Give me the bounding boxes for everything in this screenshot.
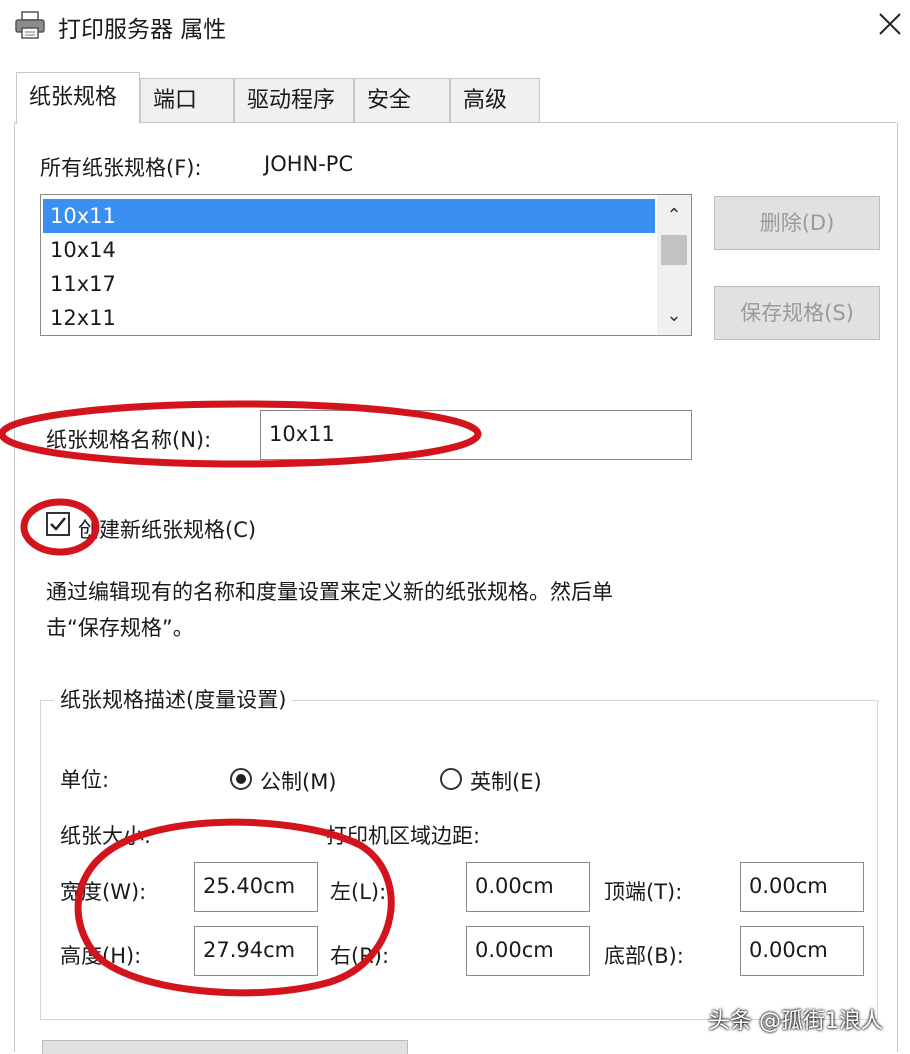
height-input[interactable]: 27.94cm	[194, 926, 318, 976]
english-label[interactable]: 英制(E)	[470, 766, 542, 796]
close-icon[interactable]	[872, 6, 908, 42]
server-name: JOHN-PC	[264, 152, 354, 176]
list-item[interactable]: 12x11	[43, 301, 655, 335]
save-form-button[interactable]: 保存规格(S)	[714, 286, 880, 340]
tab-drivers[interactable]: 驱动程序	[234, 78, 354, 122]
width-label: 宽度(W):	[60, 880, 147, 904]
checkmark-icon	[50, 517, 66, 531]
watermark: 头条 @孤街1浪人	[708, 1009, 883, 1034]
english-radio[interactable]	[440, 768, 462, 790]
bottom-margin-input[interactable]: 0.00cm	[740, 926, 864, 976]
create-new-checkbox[interactable]	[46, 512, 70, 536]
description-line-2: 击“保存规格”。	[46, 616, 194, 640]
list-item[interactable]: 11x17	[43, 267, 655, 301]
printer-margins-label: 打印机区域边距:	[326, 824, 481, 848]
unit-label: 单位:	[60, 768, 110, 792]
all-forms-label: 所有纸张规格(F):	[40, 156, 202, 180]
metric-radio[interactable]	[230, 768, 252, 790]
radio-selected-dot	[236, 774, 246, 784]
height-label: 高度(H):	[60, 944, 142, 968]
form-name-input[interactable]: 10x11	[260, 410, 692, 460]
forms-listbox[interactable]: 10x11 10x14 11x17 12x11 ⌃ ⌄	[40, 194, 692, 336]
measurements-group-title: 纸张规格描述(度量设置)	[54, 684, 293, 714]
list-scrollbar[interactable]: ⌃ ⌄	[657, 195, 691, 335]
bottom-margin-label: 底部(B):	[604, 944, 684, 968]
scroll-down-icon[interactable]: ⌄	[657, 299, 691, 333]
description-line-1: 通过编辑现有的名称和度量设置来定义新的纸张规格。然后单	[46, 580, 613, 604]
tab-forms[interactable]: 纸张规格	[16, 72, 140, 124]
right-margin-label: 右(R):	[330, 944, 390, 968]
delete-button[interactable]: 删除(D)	[714, 196, 880, 250]
tab-advanced[interactable]: 高级	[450, 78, 540, 122]
form-name-label: 纸张规格名称(N):	[46, 428, 212, 452]
printer-icon	[15, 11, 45, 39]
width-input[interactable]: 25.40cm	[194, 862, 318, 912]
change-settings-button[interactable]	[42, 1040, 408, 1054]
paper-size-label: 纸张大小:	[60, 824, 152, 848]
top-margin-label: 顶端(T):	[604, 880, 683, 904]
metric-label[interactable]: 公制(M)	[260, 766, 337, 796]
list-item[interactable]: 10x11	[43, 199, 655, 233]
tab-security[interactable]: 安全	[354, 78, 450, 122]
scroll-thumb[interactable]	[661, 235, 687, 265]
left-margin-label: 左(L):	[330, 880, 387, 904]
window-title: 打印服务器 属性	[58, 17, 227, 43]
create-new-label[interactable]: 创建新纸张规格(C)	[78, 514, 256, 544]
scroll-up-icon[interactable]: ⌃	[657, 199, 691, 233]
top-margin-input[interactable]: 0.00cm	[740, 862, 864, 912]
tab-ports[interactable]: 端口	[140, 78, 234, 122]
list-item[interactable]: 10x14	[43, 233, 655, 267]
right-margin-input[interactable]: 0.00cm	[466, 926, 590, 976]
left-margin-input[interactable]: 0.00cm	[466, 862, 590, 912]
